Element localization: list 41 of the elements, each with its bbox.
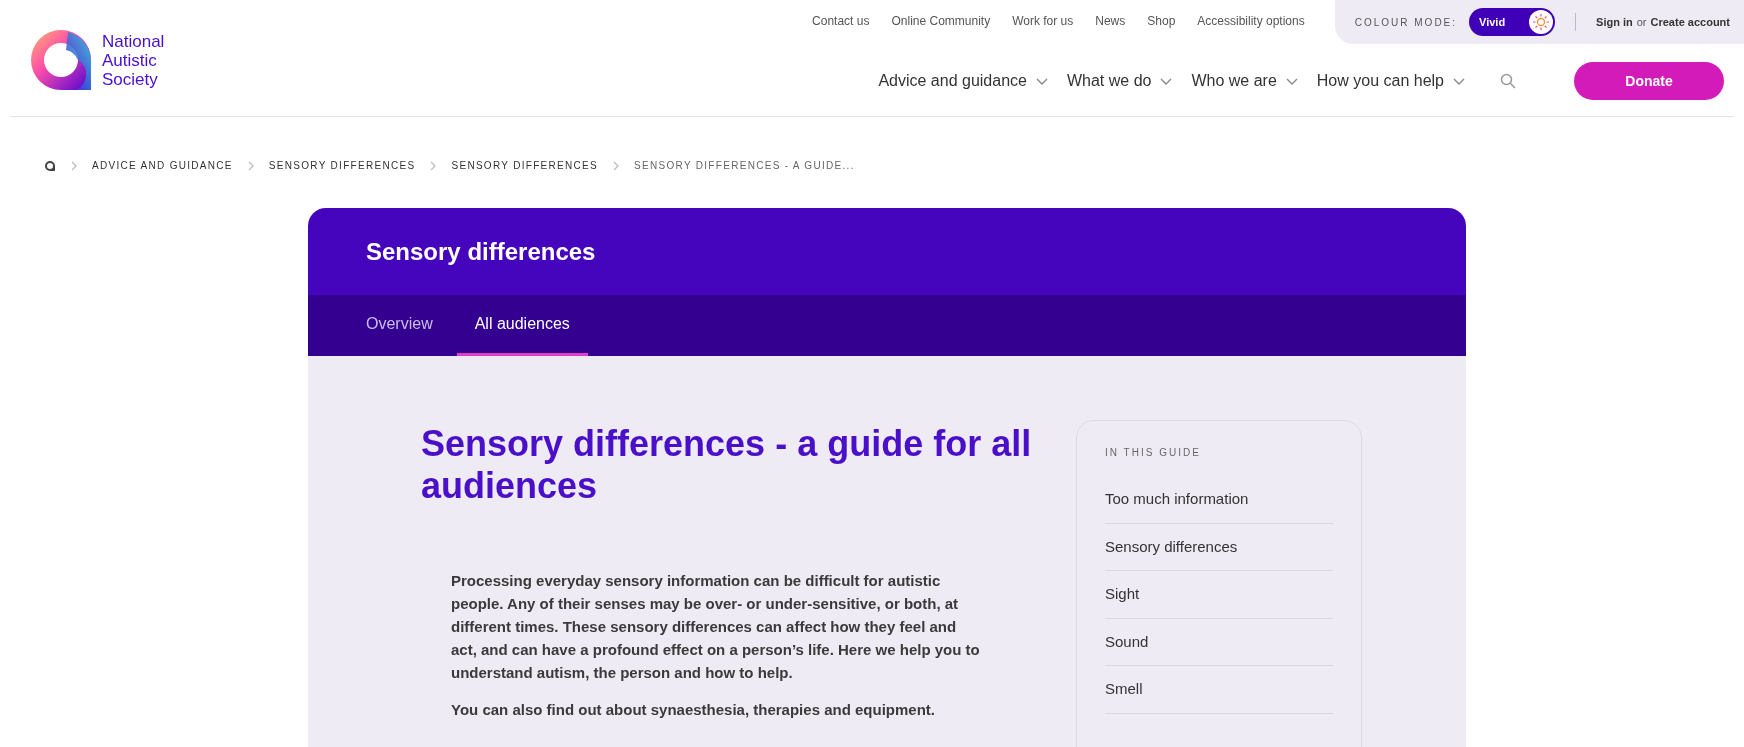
nav-menu-item[interactable]: How you can help (1316, 69, 1466, 93)
chevron-right-icon (612, 160, 621, 171)
logo-text[interactable]: National Autistic Society (102, 31, 192, 89)
colour-mode-switch[interactable]: Vivid (1469, 8, 1556, 36)
top-link[interactable]: Online Community (891, 12, 991, 30)
guide-heading: IN THIS GUIDE (1105, 446, 1202, 460)
or-text: or (1636, 14, 1647, 30)
guide-link[interactable]: Sensory differences (1105, 523, 1333, 571)
search-icon[interactable] (1500, 73, 1516, 89)
guide-link[interactable]: Sound (1105, 618, 1333, 666)
top-link[interactable]: Shop (1147, 12, 1176, 30)
guide-link[interactable]: Sight (1105, 571, 1333, 619)
article-paragraph: Processing everyday sensory information can be difficult for autistic people. Any of their senses may be over- or under-sensitive, or both, at different times. These sensory differences can affect how they feel and act, and can have a profound effect on a person’s life. Here we help you to understand autism, the person and how to help. (451, 571, 981, 683)
donate-button[interactable]: Donate (1574, 62, 1724, 100)
guide-link[interactable]: Too much information (1105, 476, 1333, 524)
nav-menu-item[interactable]: Advice and guidance (878, 69, 1049, 93)
top-link[interactable]: Work for us (1012, 12, 1074, 30)
colour-mode-label: COLOUR MODE: (1354, 15, 1458, 30)
guide-link[interactable]: Smell (1105, 666, 1333, 714)
chevron-right-icon (429, 160, 438, 171)
breadcrumb-link[interactable]: SENSORY DIFFERENCES (451, 158, 599, 173)
nav-menu-item[interactable]: What we do (1066, 69, 1174, 93)
top-link[interactable]: Contact us (812, 12, 870, 30)
sign-in-link[interactable]: Sign in (1596, 13, 1633, 31)
top-link[interactable]: News (1095, 12, 1126, 30)
tab[interactable]: All audiences (456, 295, 588, 356)
breadcrumb-link[interactable]: ADVICE AND GUIDANCE (92, 158, 233, 173)
article-paragraph: You can also find out about synaesthesia, therapies and equipment. (451, 700, 936, 720)
create-account-link[interactable]: Create account (1650, 13, 1730, 31)
chevron-right-icon (246, 160, 255, 171)
section-title: Sensory differences (366, 236, 596, 267)
logo-icon (28, 27, 94, 93)
breadcrumb-link[interactable]: SENSORY DIFFERENCES (268, 158, 416, 173)
sun-icon (1529, 10, 1554, 34)
current-page-text: SENSORY DIFFERENCES - A GUIDE... (634, 159, 855, 173)
home-icon[interactable] (44, 159, 56, 172)
nav-menu-item[interactable]: Who we are (1191, 69, 1299, 93)
top-link[interactable]: Accessibility options (1197, 12, 1305, 30)
tab[interactable]: Overview (348, 295, 451, 356)
article-title: Sensory differences - a guide for all audiences (421, 423, 1033, 507)
chevron-right-icon (70, 160, 78, 171)
